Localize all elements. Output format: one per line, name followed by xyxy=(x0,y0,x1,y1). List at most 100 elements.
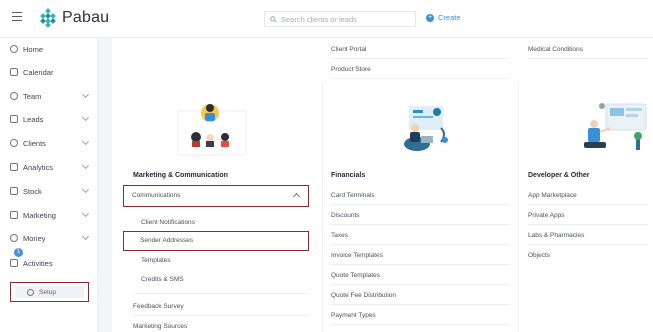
sidebar-item-activities[interactable]: 1 Activities xyxy=(0,248,98,272)
sidebar-item-label: Stock xyxy=(23,186,42,196)
app-name[interactable]: Pabau xyxy=(62,9,109,27)
link-card-terminals[interactable]: Card Terminals xyxy=(331,186,509,205)
column-divider xyxy=(518,82,519,332)
sidebar-item-label: Calendar xyxy=(23,67,54,77)
clients-icon xyxy=(10,139,18,147)
link-label: Quote Templates xyxy=(331,271,381,279)
chevron-down-icon xyxy=(81,113,90,122)
link-label: Product Store xyxy=(331,65,371,73)
sidebar-item-marketing[interactable]: Marketing xyxy=(0,206,98,224)
notification-badge: 1 xyxy=(14,248,23,257)
column-divider xyxy=(322,82,323,332)
link-payment-types[interactable]: Payment Types xyxy=(331,306,509,325)
link-marketing-sources[interactable]: Marketing Sources xyxy=(133,317,309,332)
create-label: Create xyxy=(438,13,461,22)
content-gutter xyxy=(98,38,112,332)
chevron-down-icon xyxy=(81,232,90,241)
link-medical-conditions[interactable]: Medical Conditions xyxy=(528,40,648,59)
leads-icon xyxy=(10,115,18,123)
chevron-down-icon xyxy=(81,185,90,194)
sidebar-item-leads[interactable]: Leads xyxy=(0,110,98,128)
link-label: Feedback Survey xyxy=(133,302,184,310)
home-icon xyxy=(10,45,18,53)
link-discounts[interactable]: Discounts xyxy=(331,206,509,225)
create-button[interactable]: + Create xyxy=(426,13,461,22)
financials-illustration xyxy=(404,106,448,151)
link-label: Credits & SMS xyxy=(141,276,184,283)
money-icon xyxy=(10,234,18,242)
link-invoice-templates[interactable]: Invoice Templates xyxy=(331,246,509,265)
sidebar-item-label: Team xyxy=(23,91,42,101)
search-input[interactable] xyxy=(281,14,411,24)
analytics-icon xyxy=(10,163,18,171)
search-box[interactable] xyxy=(264,11,416,27)
menu-icon[interactable] xyxy=(12,12,22,22)
marketing-illustration xyxy=(177,104,247,156)
sidebar-item-setup[interactable]: Setup xyxy=(15,286,84,298)
sidebar-item-stock[interactable]: Stock xyxy=(0,182,98,200)
sidebar-item-label: Leads xyxy=(23,114,44,124)
calendar-icon xyxy=(10,68,18,76)
link-private-apps[interactable]: Private Apps xyxy=(528,206,648,225)
link-quote-templates[interactable]: Quote Templates xyxy=(331,266,509,285)
link-templates[interactable]: Templates xyxy=(141,251,309,270)
link-label: Client Portal xyxy=(331,45,367,53)
financials-heading: Financials xyxy=(331,172,366,179)
chevron-down-icon xyxy=(81,90,90,99)
link-label: App Marketplace xyxy=(528,191,577,199)
chevron-down-icon xyxy=(81,137,90,146)
link-label: Medical Conditions xyxy=(528,45,583,53)
link-label: Marketing Sources xyxy=(133,323,188,330)
chevron-down-icon xyxy=(81,161,90,170)
divider xyxy=(133,293,309,294)
sidebar-item-calendar[interactable]: Calendar xyxy=(0,63,98,81)
link-feedback-survey[interactable]: Feedback Survey xyxy=(133,297,309,316)
link-client-notifications[interactable]: Client Notifications xyxy=(141,213,309,232)
sidebar-item-analytics[interactable]: Analytics xyxy=(0,158,98,176)
sidebar-item-label: Marketing xyxy=(23,210,56,220)
sidebar-item-label: Clients xyxy=(23,138,46,148)
plus-icon: + xyxy=(426,13,434,22)
link-label: Taxes xyxy=(331,231,348,239)
link-label: Private Apps xyxy=(528,211,565,219)
search-icon xyxy=(270,15,277,23)
sidebar: Home Calendar Team Leads Clients Analyti… xyxy=(0,38,98,332)
link-label: Invoice Templates xyxy=(331,251,383,259)
pabau-logo-icon[interactable] xyxy=(38,8,58,28)
link-sender-addresses[interactable]: Sender Addresses xyxy=(140,237,193,244)
developer-heading: Developer & Other xyxy=(528,172,590,179)
link-label: Discounts xyxy=(331,211,360,219)
setup-content: Marketing & Communication Communications… xyxy=(112,38,653,332)
setup-highlight: Setup xyxy=(10,282,89,302)
sidebar-item-label: Analytics xyxy=(23,162,54,172)
sidebar-item-label: Activities xyxy=(23,258,53,268)
link-taxes[interactable]: Taxes xyxy=(331,226,509,245)
team-icon xyxy=(10,92,18,100)
link-label: Quote Fee Distribution xyxy=(331,291,397,299)
link-label: Payment Types xyxy=(331,311,376,319)
chevron-up-icon xyxy=(292,192,301,201)
sender-addresses-highlight[interactable]: Sender Addresses xyxy=(123,231,309,251)
cart-icon xyxy=(10,187,18,195)
communications-label: Communications xyxy=(132,192,181,199)
developer-illustration xyxy=(584,103,647,150)
link-label: Templates xyxy=(141,257,171,264)
link-quote-fee-distribution[interactable]: Quote Fee Distribution xyxy=(331,286,509,305)
link-objects[interactable]: Objects xyxy=(528,246,648,265)
link-client-portal[interactable]: Client Portal xyxy=(331,40,509,59)
megaphone-icon xyxy=(10,211,18,219)
sidebar-item-home[interactable]: Home xyxy=(0,40,98,58)
marketing-heading: Marketing & Communication xyxy=(133,172,228,179)
sidebar-item-label: Setup xyxy=(39,288,56,296)
link-credits-sms[interactable]: Credits & SMS xyxy=(141,270,309,289)
sidebar-item-money[interactable]: Money xyxy=(0,229,98,247)
sidebar-item-clients[interactable]: Clients xyxy=(0,134,98,152)
communications-dropdown[interactable]: Communications xyxy=(123,185,309,207)
sidebar-item-team[interactable]: Team xyxy=(0,87,98,105)
link-label: Client Notifications xyxy=(141,219,195,226)
link-app-marketplace[interactable]: App Marketplace xyxy=(528,186,648,205)
link-label: Card Terminals xyxy=(331,191,375,199)
link-labs-pharmacies[interactable]: Labs & Pharmacies xyxy=(528,226,648,245)
link-label: Objects xyxy=(528,252,551,259)
link-product-store[interactable]: Product Store xyxy=(331,60,509,79)
